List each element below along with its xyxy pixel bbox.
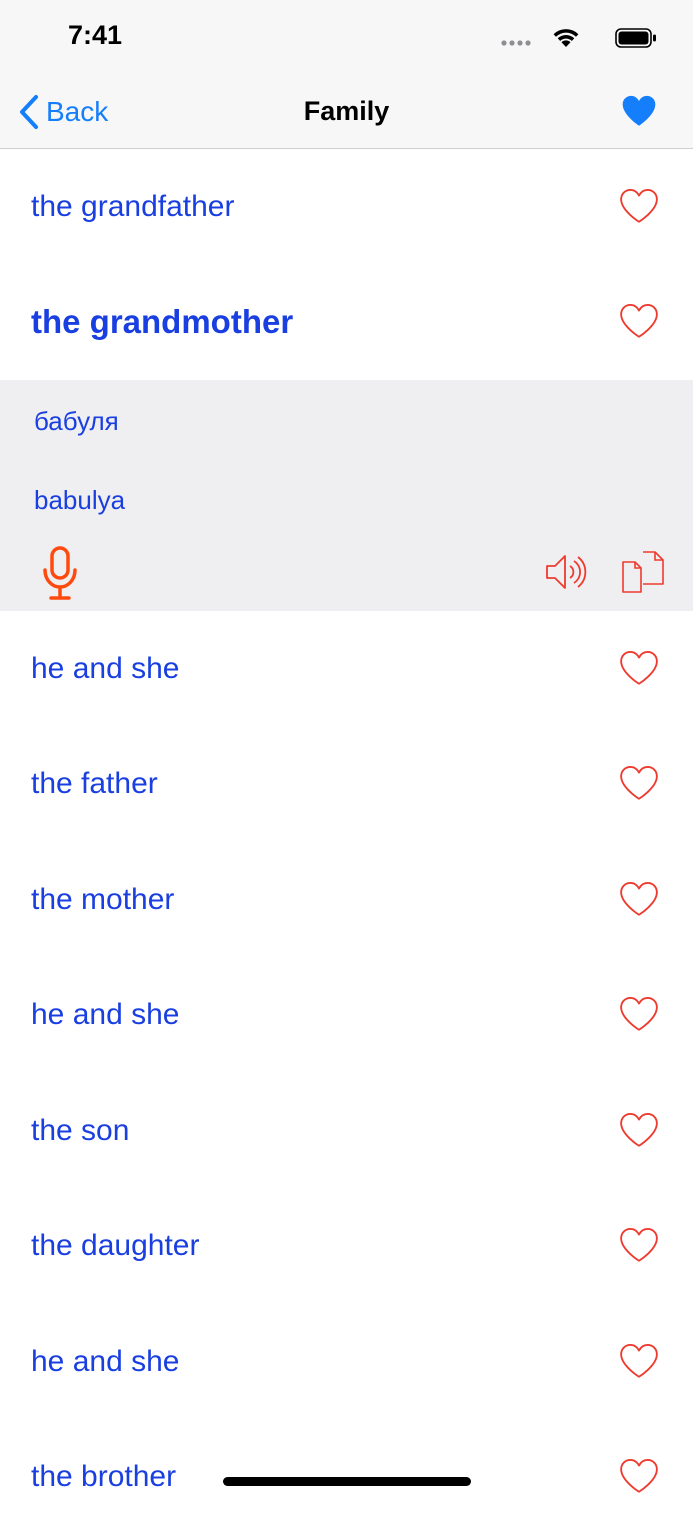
favorite-toggle-button[interactable]: [619, 1458, 659, 1496]
word-label: he and she: [31, 652, 179, 686]
play-audio-button[interactable]: [545, 552, 587, 597]
wifi-icon: [551, 26, 581, 48]
heart-filled-icon: [621, 94, 657, 127]
word-label: the brother: [31, 1460, 176, 1494]
page-title: Family: [0, 96, 693, 127]
word-row[interactable]: he and she: [0, 1304, 693, 1420]
word-label: he and she: [31, 998, 179, 1032]
home-indicator: [223, 1477, 471, 1486]
status-icons: [457, 24, 657, 52]
heart-outline-icon: [619, 1343, 659, 1379]
heart-outline-icon: [619, 996, 659, 1032]
favorite-toggle-button[interactable]: [619, 1343, 659, 1381]
status-time: 7:41: [68, 20, 122, 51]
heart-outline-icon: [619, 765, 659, 801]
record-button[interactable]: [41, 546, 79, 607]
heart-outline-icon: [619, 1458, 659, 1494]
favorite-toggle-button[interactable]: [619, 881, 659, 919]
copy-button[interactable]: [621, 550, 665, 599]
word-row[interactable]: the father: [0, 727, 693, 843]
word-row[interactable]: the grandmother: [0, 265, 693, 381]
copy-icon: [621, 550, 665, 594]
heart-outline-icon: [619, 303, 659, 339]
favorite-toggle-button[interactable]: [619, 1112, 659, 1150]
word-row[interactable]: he and she: [0, 611, 693, 727]
battery-icon: [615, 28, 657, 48]
favorite-toggle-button[interactable]: [619, 303, 659, 341]
favorites-button[interactable]: [621, 94, 657, 132]
word-row[interactable]: the grandfather: [0, 149, 693, 265]
heart-outline-icon: [619, 188, 659, 224]
cellular-signal-icon: [501, 40, 533, 46]
word-label: the father: [31, 767, 158, 801]
favorite-toggle-button[interactable]: [619, 996, 659, 1034]
heart-outline-icon: [619, 1227, 659, 1263]
favorite-toggle-button[interactable]: [619, 650, 659, 688]
microphone-icon: [41, 546, 79, 602]
favorite-toggle-button[interactable]: [619, 188, 659, 226]
word-label: the grandfather: [31, 190, 234, 224]
favorite-toggle-button[interactable]: [619, 765, 659, 803]
status-bar: 7:41: [0, 0, 693, 76]
word-list: the grandfather the grandmother бабуля babu…: [0, 149, 693, 1535]
word-row[interactable]: the daughter: [0, 1189, 693, 1305]
heart-outline-icon: [619, 1112, 659, 1148]
word-label: the daughter: [31, 1229, 199, 1263]
word-label: the grandmother: [31, 303, 293, 341]
heart-outline-icon: [619, 881, 659, 917]
navigation-bar: Back Family: [0, 76, 693, 149]
word-label: the son: [31, 1114, 129, 1148]
word-row[interactable]: he and she: [0, 958, 693, 1074]
word-row[interactable]: the mother: [0, 842, 693, 958]
word-label: the mother: [31, 883, 174, 917]
translation-panel: бабуля babulya: [0, 380, 693, 611]
heart-outline-icon: [619, 650, 659, 686]
transliteration-text: babulya: [34, 485, 125, 516]
word-row[interactable]: the son: [0, 1073, 693, 1189]
translation-text: бабуля: [34, 406, 119, 437]
speaker-icon: [545, 552, 587, 592]
word-label: he and she: [31, 1345, 179, 1379]
favorite-toggle-button[interactable]: [619, 1227, 659, 1265]
